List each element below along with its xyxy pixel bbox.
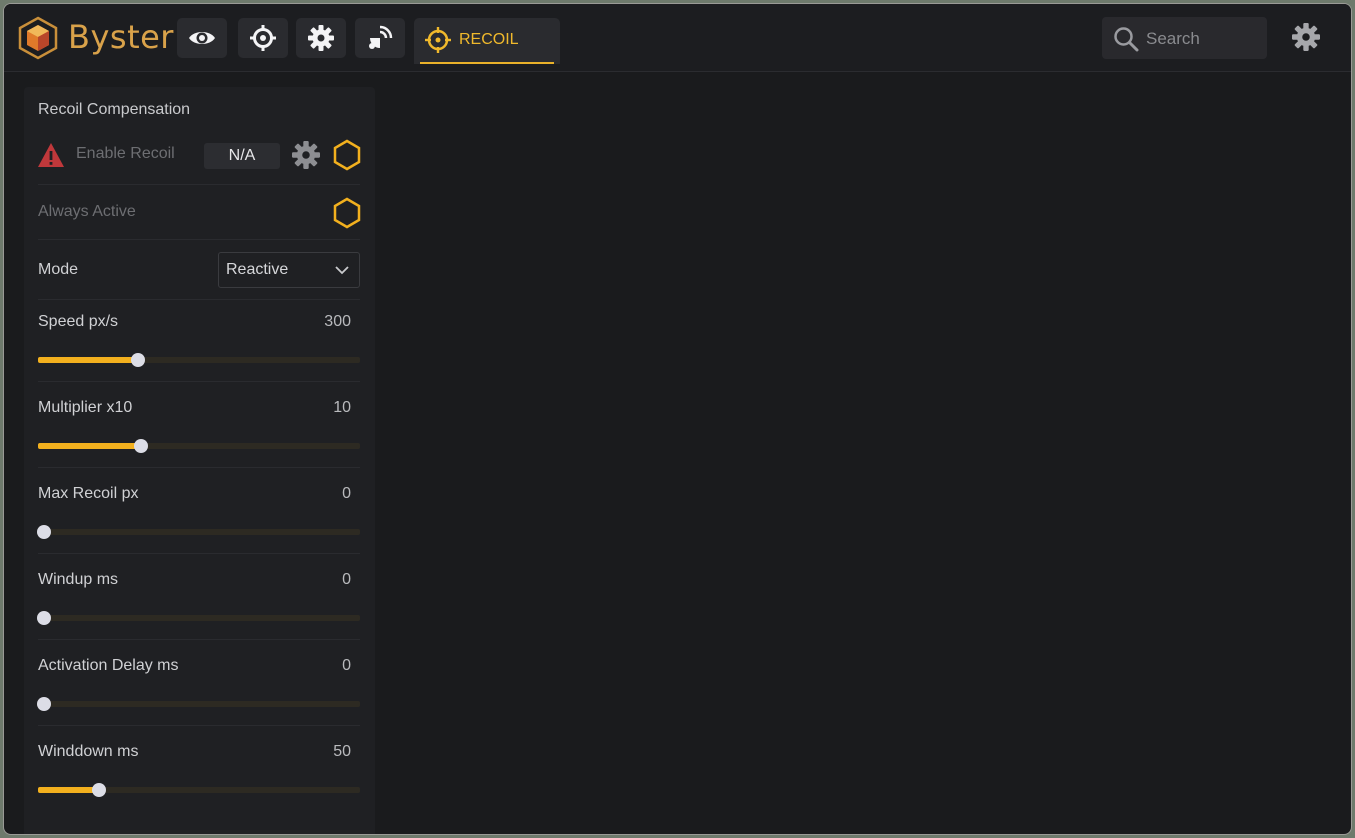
slider-fill [38,443,142,449]
mode-select-value: Reactive [226,261,289,278]
divider [38,184,360,185]
active-tab-indicator [420,62,554,64]
panel-title: Recoil Compensation [38,101,191,118]
warning-icon [38,143,64,167]
slider-track[interactable] [37,611,360,625]
slider-value: 0 [342,657,351,674]
divider [38,467,360,468]
target-icon [425,27,451,53]
always-active-toggle[interactable] [333,197,361,229]
nav-radar-button[interactable] [355,18,405,58]
divider [38,725,360,726]
slider-handle[interactable] [130,353,145,367]
slider-track[interactable] [38,353,360,367]
enable-recoil-label: Enable Recoil [76,145,175,162]
divider [38,553,360,554]
divider [38,299,360,300]
divider [38,639,360,640]
slider-handle[interactable] [92,783,107,797]
eye-icon [189,32,215,44]
gear-icon[interactable] [292,141,320,169]
slider-label: Activation Delay ms [38,657,179,674]
gear-icon[interactable] [1292,23,1320,51]
slider-label: Speed px/s [38,313,119,330]
nav-settings-button[interactable] [296,18,346,58]
slider-handle[interactable] [37,611,52,625]
slider-handle[interactable] [134,439,149,453]
slider-track[interactable] [37,697,360,711]
slider-label: Multiplier x10 [38,399,133,416]
gear-icon [308,25,334,51]
slider-value: 10 [333,399,351,416]
crosshair-icon [250,25,276,51]
brand-name: Byster [68,18,174,56]
slider-value: 0 [342,571,351,588]
byster-logo-icon [18,16,58,60]
mode-select[interactable]: Reactive [218,252,360,288]
always-active-label: Always Active [38,203,136,220]
top-bar: Byster RECOIL Search [4,4,1351,72]
slider-fill [38,357,138,363]
slider-label: Winddown ms [38,743,139,760]
divider [38,239,360,240]
chevron-down-icon [335,266,349,275]
divider [38,381,360,382]
tab-recoil-label: RECOIL [459,31,519,48]
slider-track[interactable] [38,439,360,453]
tab-recoil[interactable]: RECOIL [414,18,560,64]
radar-icon [369,25,393,49]
nav-aim-button[interactable] [238,18,288,58]
recoil-panel: Recoil Compensation Enable Recoil N/A Al… [24,87,375,834]
search-input[interactable]: Search [1102,17,1267,59]
slider-handle[interactable] [37,697,52,711]
slider-handle[interactable] [37,525,52,539]
slider-value: 0 [342,485,351,502]
keybind-button[interactable]: N/A [204,143,280,169]
slider-fill [38,787,100,793]
slider-value: 300 [324,313,351,330]
app-window: Byster RECOIL Search Recoil Compensation… [3,3,1352,835]
nav-visuals-button[interactable] [177,18,227,58]
mode-label: Mode [38,261,79,278]
slider-label: Windup ms [38,571,119,588]
slider-track[interactable] [37,525,360,539]
slider-track[interactable] [38,783,360,797]
slider-value: 50 [333,743,351,760]
search-placeholder: Search [1146,29,1200,48]
search-icon [1114,27,1139,52]
enable-recoil-toggle[interactable] [333,139,361,171]
slider-label: Max Recoil px [38,485,139,502]
